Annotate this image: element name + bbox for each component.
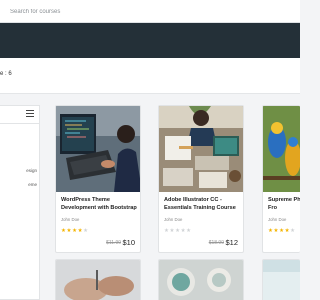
- page: e : 6 esign eme: [0, 0, 300, 300]
- original-price: $11.99: [106, 240, 121, 246]
- rating-stars: ★★★★★: [164, 228, 192, 234]
- course-thumbnail[interactable]: [56, 106, 140, 192]
- results-count: e : 6: [0, 71, 12, 77]
- filter-sidebar: esign eme: [0, 105, 40, 300]
- course-card[interactable]: Supreme Ph Training: Fro John Doe ★★★★★: [262, 105, 300, 253]
- star-icon: ★: [290, 228, 296, 234]
- star-icon: ★: [83, 228, 89, 234]
- results-header: e : 6: [0, 58, 300, 94]
- course-title[interactable]: Adobe Illustrator CC - Essentials Traini…: [164, 197, 243, 212]
- course-title[interactable]: WordPress Theme Development with Bootstr…: [61, 197, 140, 212]
- search-bar: [0, 0, 300, 23]
- course-thumbnail[interactable]: [263, 260, 300, 300]
- course-card[interactable]: [55, 259, 141, 300]
- rating-stars: ★★★★★: [268, 228, 296, 234]
- star-icon: ★: [186, 228, 192, 234]
- sidebar-item-design[interactable]: esign: [26, 168, 37, 173]
- original-price: $18.99: [208, 240, 224, 246]
- sale-price: $10: [122, 238, 135, 247]
- search-input[interactable]: [10, 5, 210, 18]
- course-card[interactable]: WordPress Theme Development with Bootstr…: [55, 105, 141, 253]
- course-card[interactable]: Adobe Illustrator CC - Essentials Traini…: [158, 105, 244, 253]
- course-thumbnail[interactable]: [159, 106, 243, 192]
- course-author: John Doe: [164, 217, 183, 222]
- filter-icon[interactable]: [26, 110, 34, 117]
- course-title[interactable]: Supreme Ph Training: Fro: [268, 197, 300, 212]
- sidebar-divider: [0, 123, 40, 124]
- rating-stars: ★★★★★: [61, 228, 89, 234]
- course-card[interactable]: [158, 259, 244, 300]
- sidebar-item-theme[interactable]: eme: [28, 182, 37, 187]
- sale-price: $12: [225, 238, 238, 247]
- course-thumbnail[interactable]: [56, 260, 141, 300]
- course-author: John Doe: [61, 217, 80, 222]
- course-author: John Doe: [268, 217, 287, 222]
- course-thumbnail[interactable]: [263, 106, 300, 192]
- course-thumbnail[interactable]: [159, 260, 244, 300]
- course-card[interactable]: [262, 259, 300, 300]
